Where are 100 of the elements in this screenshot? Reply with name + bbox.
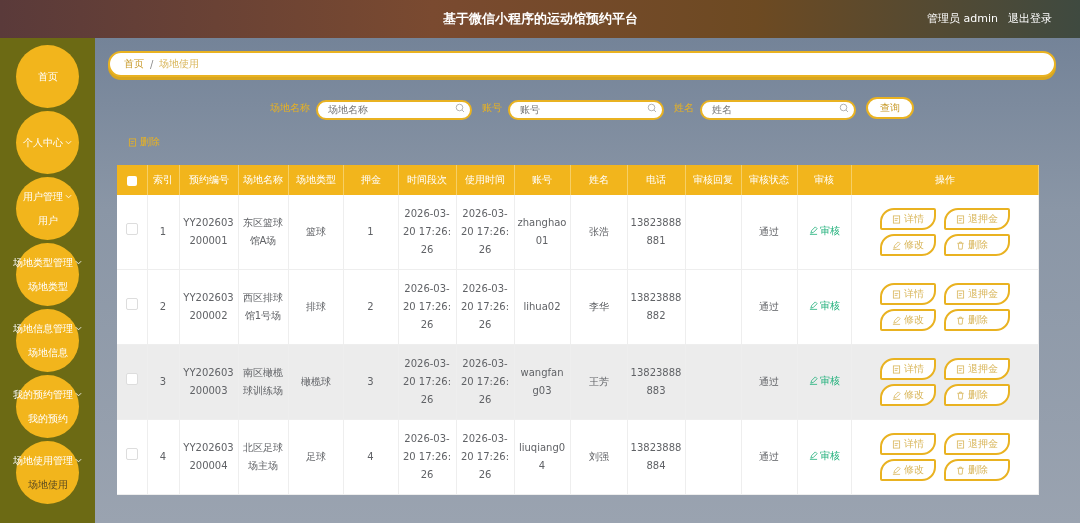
table-cell: 刘强 (570, 419, 627, 495)
row-action-button[interactable]: 修改 (879, 234, 936, 256)
review-link[interactable]: 审核 (808, 373, 840, 388)
sidebar-menu-item[interactable]: 我的预约管理 (13, 387, 82, 402)
table-cell: liuqiang04 (514, 419, 570, 495)
document-icon (955, 214, 965, 224)
search-label: 姓名 (674, 101, 694, 115)
breadcrumb-item[interactable]: 首页 (124, 57, 144, 71)
sidebar-menu-item[interactable]: 场地类型管理 (13, 255, 82, 270)
table-cell: 橄榄球 (288, 344, 343, 420)
breadcrumb-item: 场地使用 (159, 57, 200, 71)
table-cell: 王芳 (570, 344, 627, 420)
row-action-button[interactable]: 详情 (879, 208, 936, 230)
row-checkbox[interactable] (125, 448, 138, 460)
sidebar-menu-item[interactable]: 首页 (37, 69, 58, 84)
row-action-button[interactable]: 删除 (943, 384, 1010, 406)
table-cell: 通过 (741, 195, 797, 270)
document-icon (891, 289, 901, 299)
table-cell: 李华 (570, 269, 627, 345)
document-icon (891, 214, 901, 224)
table-row[interactable]: 3 YY202603200003 南区橄榄球训练场 橄榄球 3 2026-03-20 17:26:26 2026-03-20 17:26:26 wangfang03 王芳 13823888883 通过 审核 详情 退押金 修改 删除 (117, 344, 1038, 420)
table-row[interactable]: 4 YY202603200004 北区足球场主场 足球 4 2026-03-20 17:26:26 2026-03-20 17:26:26 liuqiang04 刘强 13823888884 通过 审核 详情 退押金 修改 删除 (117, 419, 1038, 495)
row-action-button[interactable]: 详情 (879, 283, 936, 305)
row-action-button[interactable]: 退押金 (943, 208, 1010, 230)
search-field[interactable]: 姓名 (700, 99, 856, 120)
search-field[interactable]: 账号 (508, 99, 664, 120)
row-action-button[interactable]: 修改 (879, 309, 936, 331)
trash-icon (955, 240, 965, 250)
row-action-button[interactable]: 删除 (943, 459, 1010, 481)
row-action-button[interactable]: 详情 (879, 433, 936, 455)
pencil-icon (808, 376, 818, 385)
column-header: 使用时间 (456, 165, 514, 195)
row-checkbox[interactable] (125, 373, 138, 385)
column-header: 场地类型 (288, 165, 343, 195)
table-row[interactable]: 1 YY202603200001 东区篮球馆A场 篮球 1 2026-03-20 17:26:26 2026-03-20 17:26:26 zhanghao01 张浩 13823888881 通过 审核 详情 退押金 修改 删除 (117, 195, 1038, 270)
sidebar-submenu-item[interactable]: 场地信息 (27, 345, 68, 360)
row-checkbox[interactable] (125, 298, 138, 310)
table-row[interactable]: 2 YY202603200002 西区排球馆1号场 排球 2 2026-03-20 17:26:26 2026-03-20 17:26:26 lihua02 李华 13823888882 通过 审核 详情 退押金 修改 删除 (117, 269, 1038, 345)
query-button[interactable]: 查询 (866, 97, 914, 119)
sidebar-menu-item[interactable]: 个人中心 (23, 135, 72, 150)
sidebar-menu-item[interactable]: 场地信息管理 (13, 321, 82, 336)
table-cell: 足球 (288, 419, 343, 495)
row-action-button[interactable]: 删除 (943, 234, 1010, 256)
column-header: 操作 (851, 165, 1038, 195)
review-link[interactable]: 审核 (808, 298, 840, 313)
sidebar-submenu-item[interactable]: 我的预约 (27, 411, 68, 426)
review-link[interactable]: 审核 (808, 448, 840, 463)
search-icon (455, 103, 465, 113)
search-icon (839, 103, 849, 113)
table-cell: 通过 (741, 344, 797, 420)
document-icon (955, 289, 965, 299)
table-cell: 1 (147, 195, 179, 270)
admin-username: 管理员 admin (927, 11, 998, 26)
chevron-down-icon (65, 139, 72, 146)
logout-link[interactable]: 退出登录 (1008, 11, 1052, 26)
row-action-button[interactable]: 详情 (879, 358, 936, 380)
sidebar-menu-item[interactable]: 用户管理 (23, 189, 72, 204)
table-cell: 2026-03-20 17:26:26 (456, 195, 514, 270)
review-link[interactable]: 审核 (808, 223, 840, 238)
document-icon (891, 364, 901, 374)
table-cell: 西区排球馆1号场 (238, 269, 288, 345)
row-action-button[interactable]: 退押金 (943, 358, 1010, 380)
column-header: 姓名 (570, 165, 627, 195)
document-icon (955, 439, 965, 449)
table-cell: 2026-03-20 17:26:26 (398, 269, 456, 345)
trash-icon (955, 390, 965, 400)
column-header: 预约编号 (179, 165, 238, 195)
row-action-button[interactable]: 修改 (879, 384, 936, 406)
sidebar-submenu-item[interactable]: 场地类型 (27, 279, 68, 294)
select-all-checkbox[interactable] (126, 175, 137, 186)
breadcrumb-separator: / (150, 58, 154, 70)
row-checkbox[interactable] (125, 223, 138, 235)
table-cell: YY202603200004 (179, 419, 238, 495)
sidebar-menu-item[interactable]: 场地使用管理 (13, 453, 82, 468)
table-cell: 13823888882 (627, 269, 685, 345)
table-cell: zhanghao01 (514, 195, 570, 270)
table-cell: 2026-03-20 17:26:26 (398, 195, 456, 270)
sidebar-submenu-item[interactable]: 用户 (37, 213, 58, 228)
column-header: 账号 (514, 165, 570, 195)
table-cell: YY202603200003 (179, 344, 238, 420)
search-field[interactable]: 场地名称 (316, 99, 472, 120)
table-cell: 南区橄榄球训练场 (238, 344, 288, 420)
sidebar-submenu-item[interactable]: 场地使用 (27, 477, 68, 492)
app-title: 基于微信小程序的运动馆预约平台 (442, 10, 638, 28)
row-action-button[interactable]: 退押金 (943, 433, 1010, 455)
table-cell: 张浩 (570, 195, 627, 270)
table-cell: 北区足球场主场 (238, 419, 288, 495)
column-header: 场地名称 (238, 165, 288, 195)
delete-button[interactable]: 删除 (128, 135, 160, 149)
table-cell: lihua02 (514, 269, 570, 345)
column-header: 时间段次 (398, 165, 456, 195)
chevron-down-icon (65, 193, 72, 200)
table-cell: 13823888881 (627, 195, 685, 270)
pencil-icon (808, 226, 818, 235)
table-cell: wangfang03 (514, 344, 570, 420)
row-action-button[interactable]: 删除 (943, 309, 1010, 331)
row-action-button[interactable]: 修改 (879, 459, 936, 481)
column-header: 电话 (627, 165, 685, 195)
table-cell: 2026-03-20 17:26:26 (398, 344, 456, 420)
row-action-button[interactable]: 退押金 (943, 283, 1010, 305)
